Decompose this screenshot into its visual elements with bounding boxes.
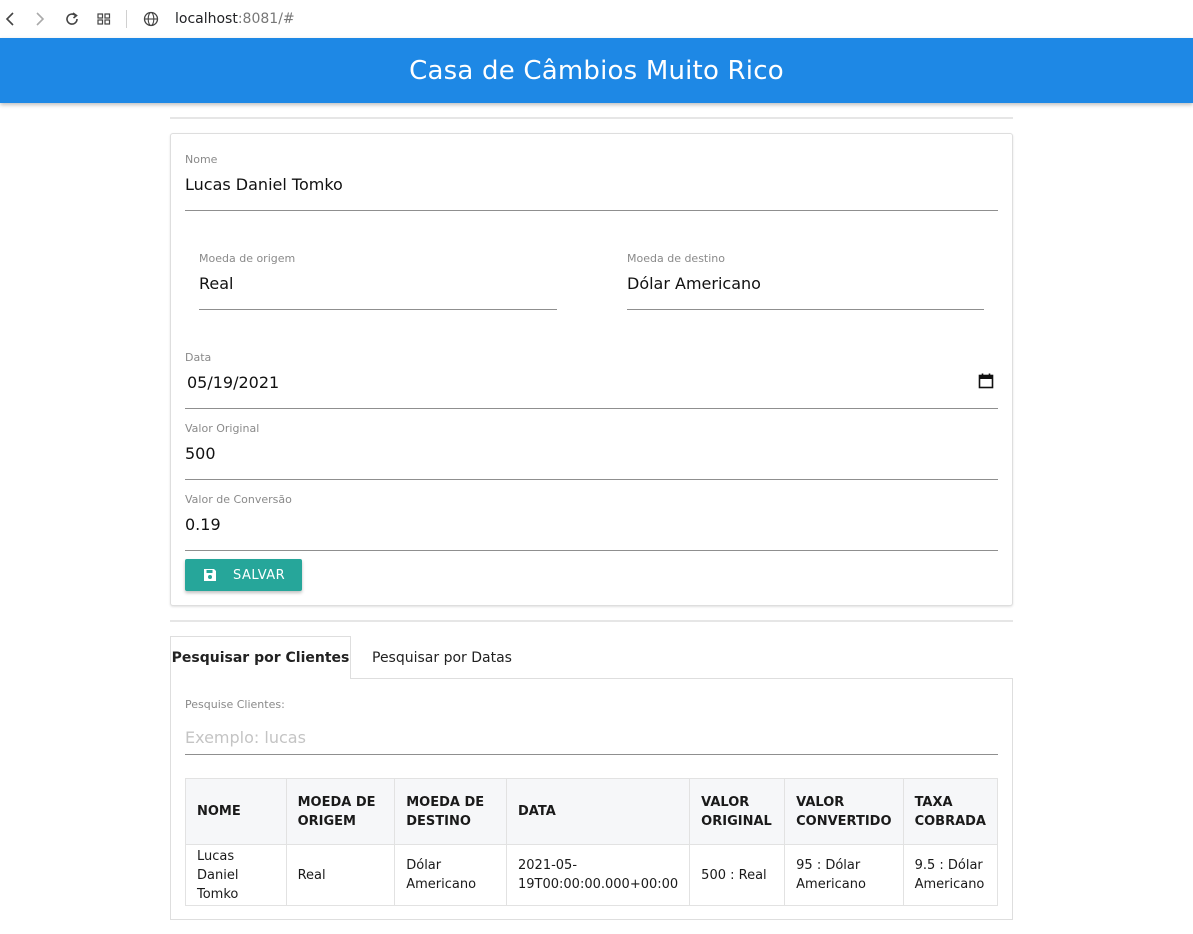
apps-grid-icon[interactable] bbox=[94, 9, 114, 29]
tab-pesquisar-datas[interactable]: Pesquisar por Datas bbox=[372, 636, 512, 679]
table-row[interactable]: Lucas Daniel Tomko Real Dólar Americano 20… bbox=[185, 844, 999, 906]
moeda-origem-underline bbox=[199, 309, 557, 310]
cell-valor-convertido: 95 : Dólar Americano bbox=[784, 844, 904, 906]
nome-underline bbox=[185, 210, 998, 211]
data-label: Data bbox=[185, 351, 212, 364]
toolbar-divider bbox=[126, 10, 127, 28]
reload-icon[interactable] bbox=[62, 9, 82, 29]
moeda-destino-label: Moeda de destino bbox=[627, 252, 726, 265]
browser-toolbar: localhost:8081/# bbox=[0, 0, 1193, 38]
divider-top bbox=[170, 117, 1013, 119]
tab-pesquisar-clientes[interactable]: Pesquisar por Clientes bbox=[170, 636, 351, 679]
moeda-destino-value[interactable]: Dólar Americano bbox=[627, 274, 761, 293]
nome-field[interactable]: Nome Lucas Daniel Tomko bbox=[185, 153, 998, 211]
url-port-path: :8081/# bbox=[237, 11, 295, 27]
data-input[interactable]: 05/19/2021 bbox=[187, 373, 279, 392]
divider-middle bbox=[170, 620, 1013, 622]
search-label: Pesquise Clientes: bbox=[185, 698, 285, 711]
header-nome: NOME bbox=[185, 778, 287, 845]
valor-original-input[interactable]: 500 bbox=[185, 444, 216, 463]
cell-moeda-destino: Dólar Americano bbox=[394, 844, 507, 906]
header-data: DATA bbox=[505, 778, 691, 845]
search-input[interactable] bbox=[185, 721, 998, 755]
address-bar[interactable]: localhost:8081/# bbox=[175, 11, 295, 27]
app-title: Casa de Câmbios Muito Rico bbox=[409, 55, 784, 86]
url-host: localhost bbox=[175, 11, 238, 27]
forward-icon[interactable] bbox=[30, 9, 50, 29]
save-button[interactable]: SALVAR bbox=[185, 559, 302, 591]
cell-taxa-cobrada: 9.5 : Dólar Americano bbox=[902, 844, 999, 906]
valor-conversao-label: Valor de Conversão bbox=[185, 493, 292, 506]
moeda-origem-select[interactable]: Moeda de origem Real bbox=[199, 252, 557, 310]
save-icon bbox=[204, 569, 216, 581]
table-header-row: NOME MOEDA DE ORIGEM MOEDA DE DESTINO DATA… bbox=[185, 778, 999, 845]
header-valor-original: VALOR ORIGINAL bbox=[689, 778, 786, 845]
moeda-destino-underline bbox=[627, 309, 984, 310]
cell-nome: Lucas Daniel Tomko bbox=[185, 844, 287, 906]
header-moeda-origem: MOEDA DE ORIGEM bbox=[285, 778, 396, 845]
save-button-label: SALVAR bbox=[233, 567, 286, 583]
app-header: Casa de Câmbios Muito Rico bbox=[0, 38, 1193, 103]
data-underline bbox=[185, 408, 998, 409]
data-field[interactable]: Data 05/19/2021 bbox=[185, 351, 998, 409]
search-tabs: Pesquisar por Clientes Pesquisar por Dat… bbox=[170, 636, 1013, 679]
nome-label: Nome bbox=[185, 153, 218, 166]
header-taxa-cobrada: TAXA COBRADA bbox=[902, 778, 999, 845]
tab-panel-clientes: Pesquise Clientes: NOME MOEDA DEORIGEM M… bbox=[170, 678, 1013, 920]
calendar-icon[interactable] bbox=[978, 373, 994, 389]
valor-original-underline bbox=[185, 479, 998, 480]
globe-icon bbox=[141, 9, 161, 29]
cell-data: 2021-05- 19T00:00:00.000+00:00 bbox=[505, 844, 691, 906]
nome-input[interactable]: Lucas Daniel Tomko bbox=[185, 175, 343, 194]
cell-moeda-origem: Real bbox=[285, 844, 396, 906]
header-moeda-destino: MOEDA DE DESTINO bbox=[394, 778, 507, 845]
cell-valor-original: 500 : Real bbox=[689, 844, 786, 906]
moeda-origem-value[interactable]: Real bbox=[199, 274, 234, 293]
valor-original-field[interactable]: Valor Original 500 bbox=[185, 422, 998, 480]
results-table: NOME MOEDA DE ORIGEM MOEDA DE DESTINO DATA… bbox=[185, 778, 999, 906]
valor-conversao-field[interactable]: Valor de Conversão 0.19 bbox=[185, 493, 998, 551]
moeda-origem-label: Moeda de origem bbox=[199, 252, 296, 265]
back-icon[interactable] bbox=[0, 9, 20, 29]
header-valor-convertido: VALOR CONVERTIDO bbox=[784, 778, 904, 845]
moeda-destino-select[interactable]: Moeda de destino Dólar Americano bbox=[627, 252, 984, 310]
valor-original-label: Valor Original bbox=[185, 422, 260, 435]
valor-conversao-input[interactable]: 0.19 bbox=[185, 515, 221, 534]
exchange-form-card: Nome Lucas Daniel Tomko Moeda de origem … bbox=[170, 133, 1013, 606]
valor-conversao-underline bbox=[185, 550, 998, 551]
